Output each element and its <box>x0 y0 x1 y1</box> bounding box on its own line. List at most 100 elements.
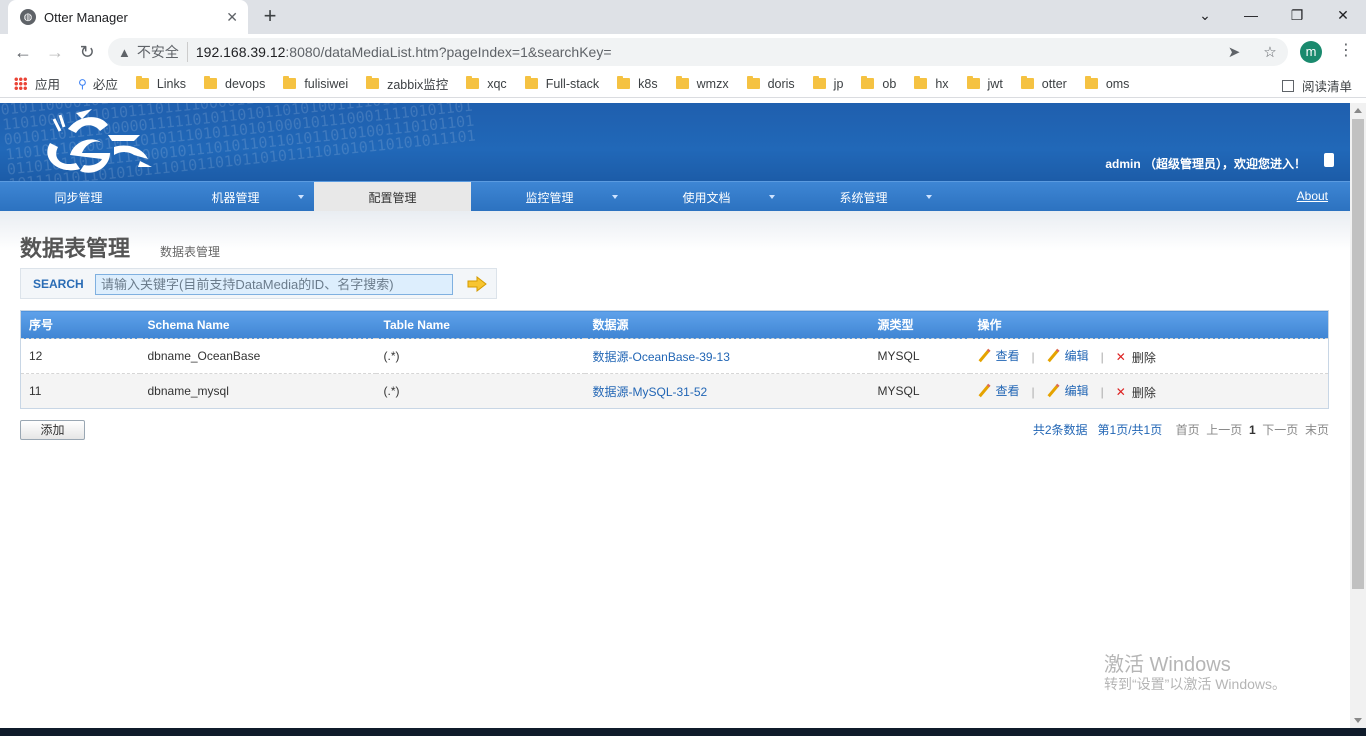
bookmark-item[interactable]: oms <box>1084 76 1129 91</box>
scroll-up-icon[interactable] <box>1354 108 1362 113</box>
last-page-link[interactable]: 末页 <box>1305 423 1329 437</box>
delete-action[interactable]: ✕ 删除 <box>1116 349 1156 366</box>
about-link[interactable]: About <box>1297 189 1328 203</box>
bookmark-item[interactable]: fulisiwei <box>283 76 348 91</box>
bookmark-item[interactable]: 应用 <box>14 74 60 93</box>
cell-source: 数据源-MySQL-31-52 <box>584 373 870 409</box>
scrollbar-thumb[interactable] <box>1352 119 1364 589</box>
prev-page-link[interactable]: 上一页 <box>1206 423 1242 437</box>
arrow-right-icon[interactable] <box>467 276 487 292</box>
next-page-link[interactable]: 下一页 <box>1262 423 1298 437</box>
address-bar[interactable]: ▲ 不安全 192.168.39.12:8080/dataMediaList.h… <box>108 38 1288 66</box>
bookmark-item[interactable]: wmzx <box>675 76 729 91</box>
nav-item-label: 使用文档 <box>682 191 731 205</box>
nav-item[interactable]: 监控管理 <box>471 182 628 212</box>
close-window-icon[interactable]: ✕ <box>1320 0 1366 30</box>
bookmark-item[interactable]: xqc <box>466 76 507 91</box>
page-title: 数据表管理 <box>20 236 131 261</box>
bookmark-item[interactable]: ob <box>861 76 897 91</box>
delete-icon: ✕ <box>1115 350 1126 364</box>
folder-icon <box>366 76 380 89</box>
page-scrollbar[interactable] <box>1350 103 1366 728</box>
view-action[interactable]: 查看 <box>978 382 1020 399</box>
new-tab-button[interactable]: + <box>258 4 282 28</box>
folder-icon <box>914 76 928 89</box>
profile-avatar[interactable]: m <box>1300 41 1322 63</box>
bookmark-label: otter <box>1041 76 1067 91</box>
bookmark-item[interactable]: devops <box>204 76 266 91</box>
cell-id: 11 <box>20 373 140 409</box>
nav-item-label: 机器管理 <box>211 191 260 205</box>
folder-icon <box>524 76 538 89</box>
bookmark-item[interactable]: ⚲ 必应 <box>78 74 118 93</box>
bookmark-label: Links <box>156 76 187 91</box>
url-text[interactable]: 192.168.39.12:8080/dataMediaList.htm?pag… <box>196 44 612 60</box>
star-icon[interactable]: ☆ <box>1260 43 1280 63</box>
bookmark-item[interactable]: jp <box>812 76 843 91</box>
bookmark-item[interactable]: Links <box>135 76 187 91</box>
bookmark-label: hx <box>935 76 949 91</box>
delete-action[interactable]: ✕ 删除 <box>1116 384 1156 401</box>
first-page-link[interactable]: 首页 <box>1176 423 1200 437</box>
cell-schema: dbname_mysql <box>139 373 376 409</box>
add-button[interactable]: 添加 <box>20 420 85 440</box>
browser-tab[interactable]: ◍ Otter Manager ✕ <box>8 0 248 34</box>
bookmark-item[interactable]: doris <box>746 76 795 91</box>
nav-item-label: 同步管理 <box>54 191 103 205</box>
col-header-source: 数据源 <box>584 310 870 339</box>
cell-type: MYSQL <box>869 338 970 374</box>
reload-icon[interactable]: ↻ <box>74 39 100 65</box>
url-host: 192.168.39.12 <box>195 44 286 60</box>
bookmark-item[interactable]: jwt <box>966 76 1003 91</box>
bookmark-item[interactable]: zabbix监控 <box>366 74 448 93</box>
nav-item[interactable]: 配置管理 <box>314 182 471 212</box>
nav-item[interactable]: 机器管理 <box>157 182 314 212</box>
forward-icon[interactable]: → <box>42 39 68 65</box>
bookmark-label: devops <box>225 76 266 91</box>
col-header-table: Table Name <box>375 310 585 339</box>
nav-item[interactable]: 同步管理 <box>0 182 157 212</box>
nav-item-label: 配置管理 <box>368 191 417 205</box>
bookmark-item[interactable]: k8s <box>617 76 658 91</box>
nav-item[interactable]: 系统管理 <box>785 182 942 212</box>
pencil-icon <box>978 384 990 396</box>
search-input[interactable] <box>95 274 453 295</box>
chevron-down-icon[interactable]: ⌄ <box>1182 0 1228 30</box>
caret-down-icon <box>298 195 304 199</box>
delete-label: 删除 <box>1131 385 1156 400</box>
edit-label: 编辑 <box>1064 348 1089 363</box>
col-header-id: 序号 <box>20 310 140 339</box>
caret-down-icon <box>612 195 618 199</box>
bookmark-item[interactable]: Full-stack <box>524 76 599 91</box>
logout-icon[interactable] <box>1324 153 1334 167</box>
separator: | <box>1031 350 1035 364</box>
bookmark-label: ob <box>882 76 897 91</box>
source-link[interactable]: 数据源-MySQL-31-52 <box>593 385 708 399</box>
taskbar <box>0 728 1366 736</box>
reading-list[interactable]: 阅读清单 <box>1281 76 1352 95</box>
minimize-icon[interactable]: — <box>1228 0 1274 30</box>
cell-schema: dbname_OceanBase <box>139 338 376 374</box>
restore-icon[interactable]: ❐ <box>1274 0 1320 30</box>
bookmark-item[interactable]: hx <box>914 76 949 91</box>
table-header-row: 序号 Schema Name Table Name 数据源 源类型 操作 <box>20 310 1329 339</box>
back-icon[interactable]: ← <box>10 39 36 65</box>
caret-down-icon <box>769 195 775 199</box>
folder-icon <box>675 76 689 89</box>
send-icon[interactable]: ➤ <box>1224 43 1244 63</box>
nav-item-label: 监控管理 <box>525 191 574 205</box>
source-link[interactable]: 数据源-OceanBase-39-13 <box>593 350 730 364</box>
view-action[interactable]: 查看 <box>978 347 1020 364</box>
browser-toolbar: ← → ↻ ▲ 不安全 192.168.39.12:8080/dataMedia… <box>0 34 1366 70</box>
bookmark-item[interactable]: otter <box>1020 76 1067 91</box>
tab-title: Otter Manager <box>44 9 128 25</box>
reading-list-icon <box>1281 79 1294 92</box>
close-tab-icon[interactable]: ✕ <box>226 9 238 26</box>
separator: | <box>1100 350 1104 364</box>
nav-item[interactable]: 使用文档 <box>628 182 785 212</box>
edit-action[interactable]: 编辑 <box>1047 382 1089 399</box>
menu-icon[interactable]: ⋮ <box>1338 40 1354 60</box>
edit-action[interactable]: 编辑 <box>1047 347 1089 364</box>
current-page: 1 <box>1248 423 1256 437</box>
scroll-down-icon[interactable] <box>1354 718 1362 723</box>
